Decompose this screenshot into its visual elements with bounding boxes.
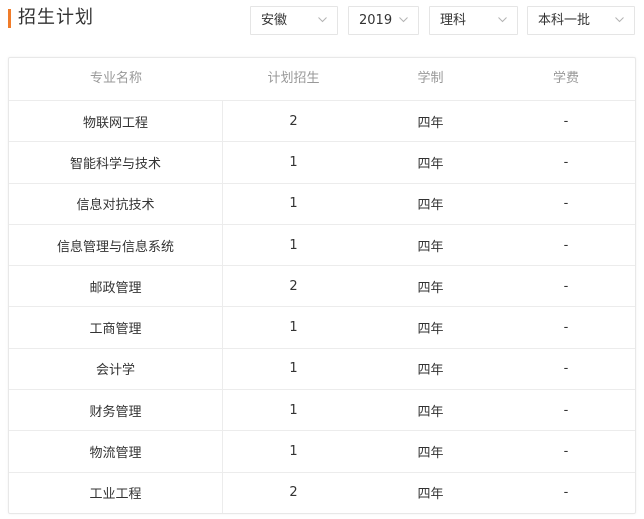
subject-select-value: 理科 <box>440 13 467 28</box>
table-cell-tuition: - <box>563 361 569 377</box>
province-select[interactable]: 安徽 <box>250 6 338 35</box>
table-body: 物联网工程 2 四年 - 智能科学与技术 1 四年 - 信息对抗技术 1 四年 - 信息管理与信息系统 1… <box>9 100 635 513</box>
table-row: 信息管理与信息系统 1 四年 - <box>9 223 635 266</box>
table-cell-tuition: - <box>563 278 569 294</box>
table-cell-duration: 四年 <box>417 156 444 172</box>
table-cell-plan-count: 1 <box>289 361 298 377</box>
table-cell-major: 物流管理 <box>9 431 223 472</box>
table-cell-major: 物联网工程 <box>9 101 223 142</box>
table-row: 信息对抗技术 1 四年 - <box>9 182 635 224</box>
year-select[interactable]: 2019 <box>348 6 419 35</box>
table-cell-plan-count: 1 <box>289 402 298 418</box>
table-cell-plan-count: 1 <box>289 196 298 212</box>
table-cell-plan-count: 2 <box>289 113 298 129</box>
table-cell-plan-count: 1 <box>289 320 298 336</box>
table-cell-major: 会计学 <box>9 348 223 390</box>
province-select-value: 安徽 <box>261 13 288 28</box>
table-cell-tuition: - <box>563 320 569 336</box>
table-cell-duration: 四年 <box>417 404 444 420</box>
table-cell-plan-count: 1 <box>289 237 298 253</box>
table-row: 物联网工程 2 四年 - <box>9 100 635 142</box>
table-cell-duration: 四年 <box>417 280 444 296</box>
chevron-down-icon <box>318 15 327 24</box>
table-cell-duration: 四年 <box>417 487 444 503</box>
table-cell-tuition: - <box>563 444 569 460</box>
page-header: 招生计划 安徽 2019 理科 本科一批 <box>0 0 644 40</box>
table-cell-major: 信息对抗技术 <box>9 183 223 224</box>
table-cell-tuition: - <box>563 237 569 253</box>
table-cell-duration: 四年 <box>417 446 444 462</box>
batch-select[interactable]: 本科一批 <box>527 6 635 35</box>
table-cell-major: 信息管理与信息系统 <box>9 224 223 266</box>
table-row: 工商管理 1 四年 - <box>9 306 635 348</box>
table-cell-duration: 四年 <box>417 115 444 131</box>
table-cell-duration: 四年 <box>417 322 444 338</box>
table-cell-major: 工商管理 <box>9 307 223 348</box>
table-cell-tuition: - <box>563 196 569 212</box>
chevron-down-icon <box>615 15 624 24</box>
year-select-value: 2019 <box>359 13 393 28</box>
batch-select-value: 本科一批 <box>538 13 591 28</box>
table-cell-duration: 四年 <box>417 363 444 379</box>
table-cell-major: 工业工程 <box>9 472 223 513</box>
table-row: 工业工程 2 四年 - <box>9 471 635 513</box>
table-row: 邮政管理 2 四年 - <box>9 265 635 307</box>
column-header-major: 专业名称 <box>89 71 142 86</box>
table-row: 会计学 1 四年 - <box>9 347 635 390</box>
table-cell-major: 智能科学与技术 <box>9 142 223 183</box>
table-cell-plan-count: 2 <box>289 278 298 294</box>
table-row: 物流管理 1 四年 - <box>9 430 635 472</box>
column-header-tuition: 学费 <box>552 71 579 86</box>
table-cell-plan-count: 2 <box>289 485 298 501</box>
title-accent-bar <box>8 9 11 28</box>
table-cell-tuition: - <box>563 485 569 501</box>
column-header-plan-count: 计划招生 <box>267 71 320 86</box>
page-title: 招生计划 <box>18 7 94 28</box>
table-row: 智能科学与技术 1 四年 - <box>9 141 635 183</box>
table-cell-tuition: - <box>563 113 569 129</box>
table-row: 财务管理 1 四年 - <box>9 389 635 431</box>
table-cell-major: 财务管理 <box>9 390 223 431</box>
table-cell-tuition: - <box>563 154 569 170</box>
table-cell-tuition: - <box>563 402 569 418</box>
column-header-duration: 学制 <box>417 71 444 86</box>
chevron-down-icon <box>399 15 408 24</box>
subject-select[interactable]: 理科 <box>429 6 518 35</box>
enrollment-plan-table: 专业名称 计划招生 学制 学费 物联网工程 2 四年 - 智能科学与技术 1 四年 - 信息对抗… <box>8 57 636 514</box>
chevron-down-icon <box>498 15 507 24</box>
table-cell-plan-count: 1 <box>289 444 298 460</box>
table-cell-major: 邮政管理 <box>9 266 223 307</box>
table-cell-duration: 四年 <box>417 239 444 255</box>
table-cell-duration: 四年 <box>417 198 444 214</box>
table-header: 专业名称 计划招生 学制 学费 <box>9 58 635 100</box>
table-cell-plan-count: 1 <box>289 154 298 170</box>
